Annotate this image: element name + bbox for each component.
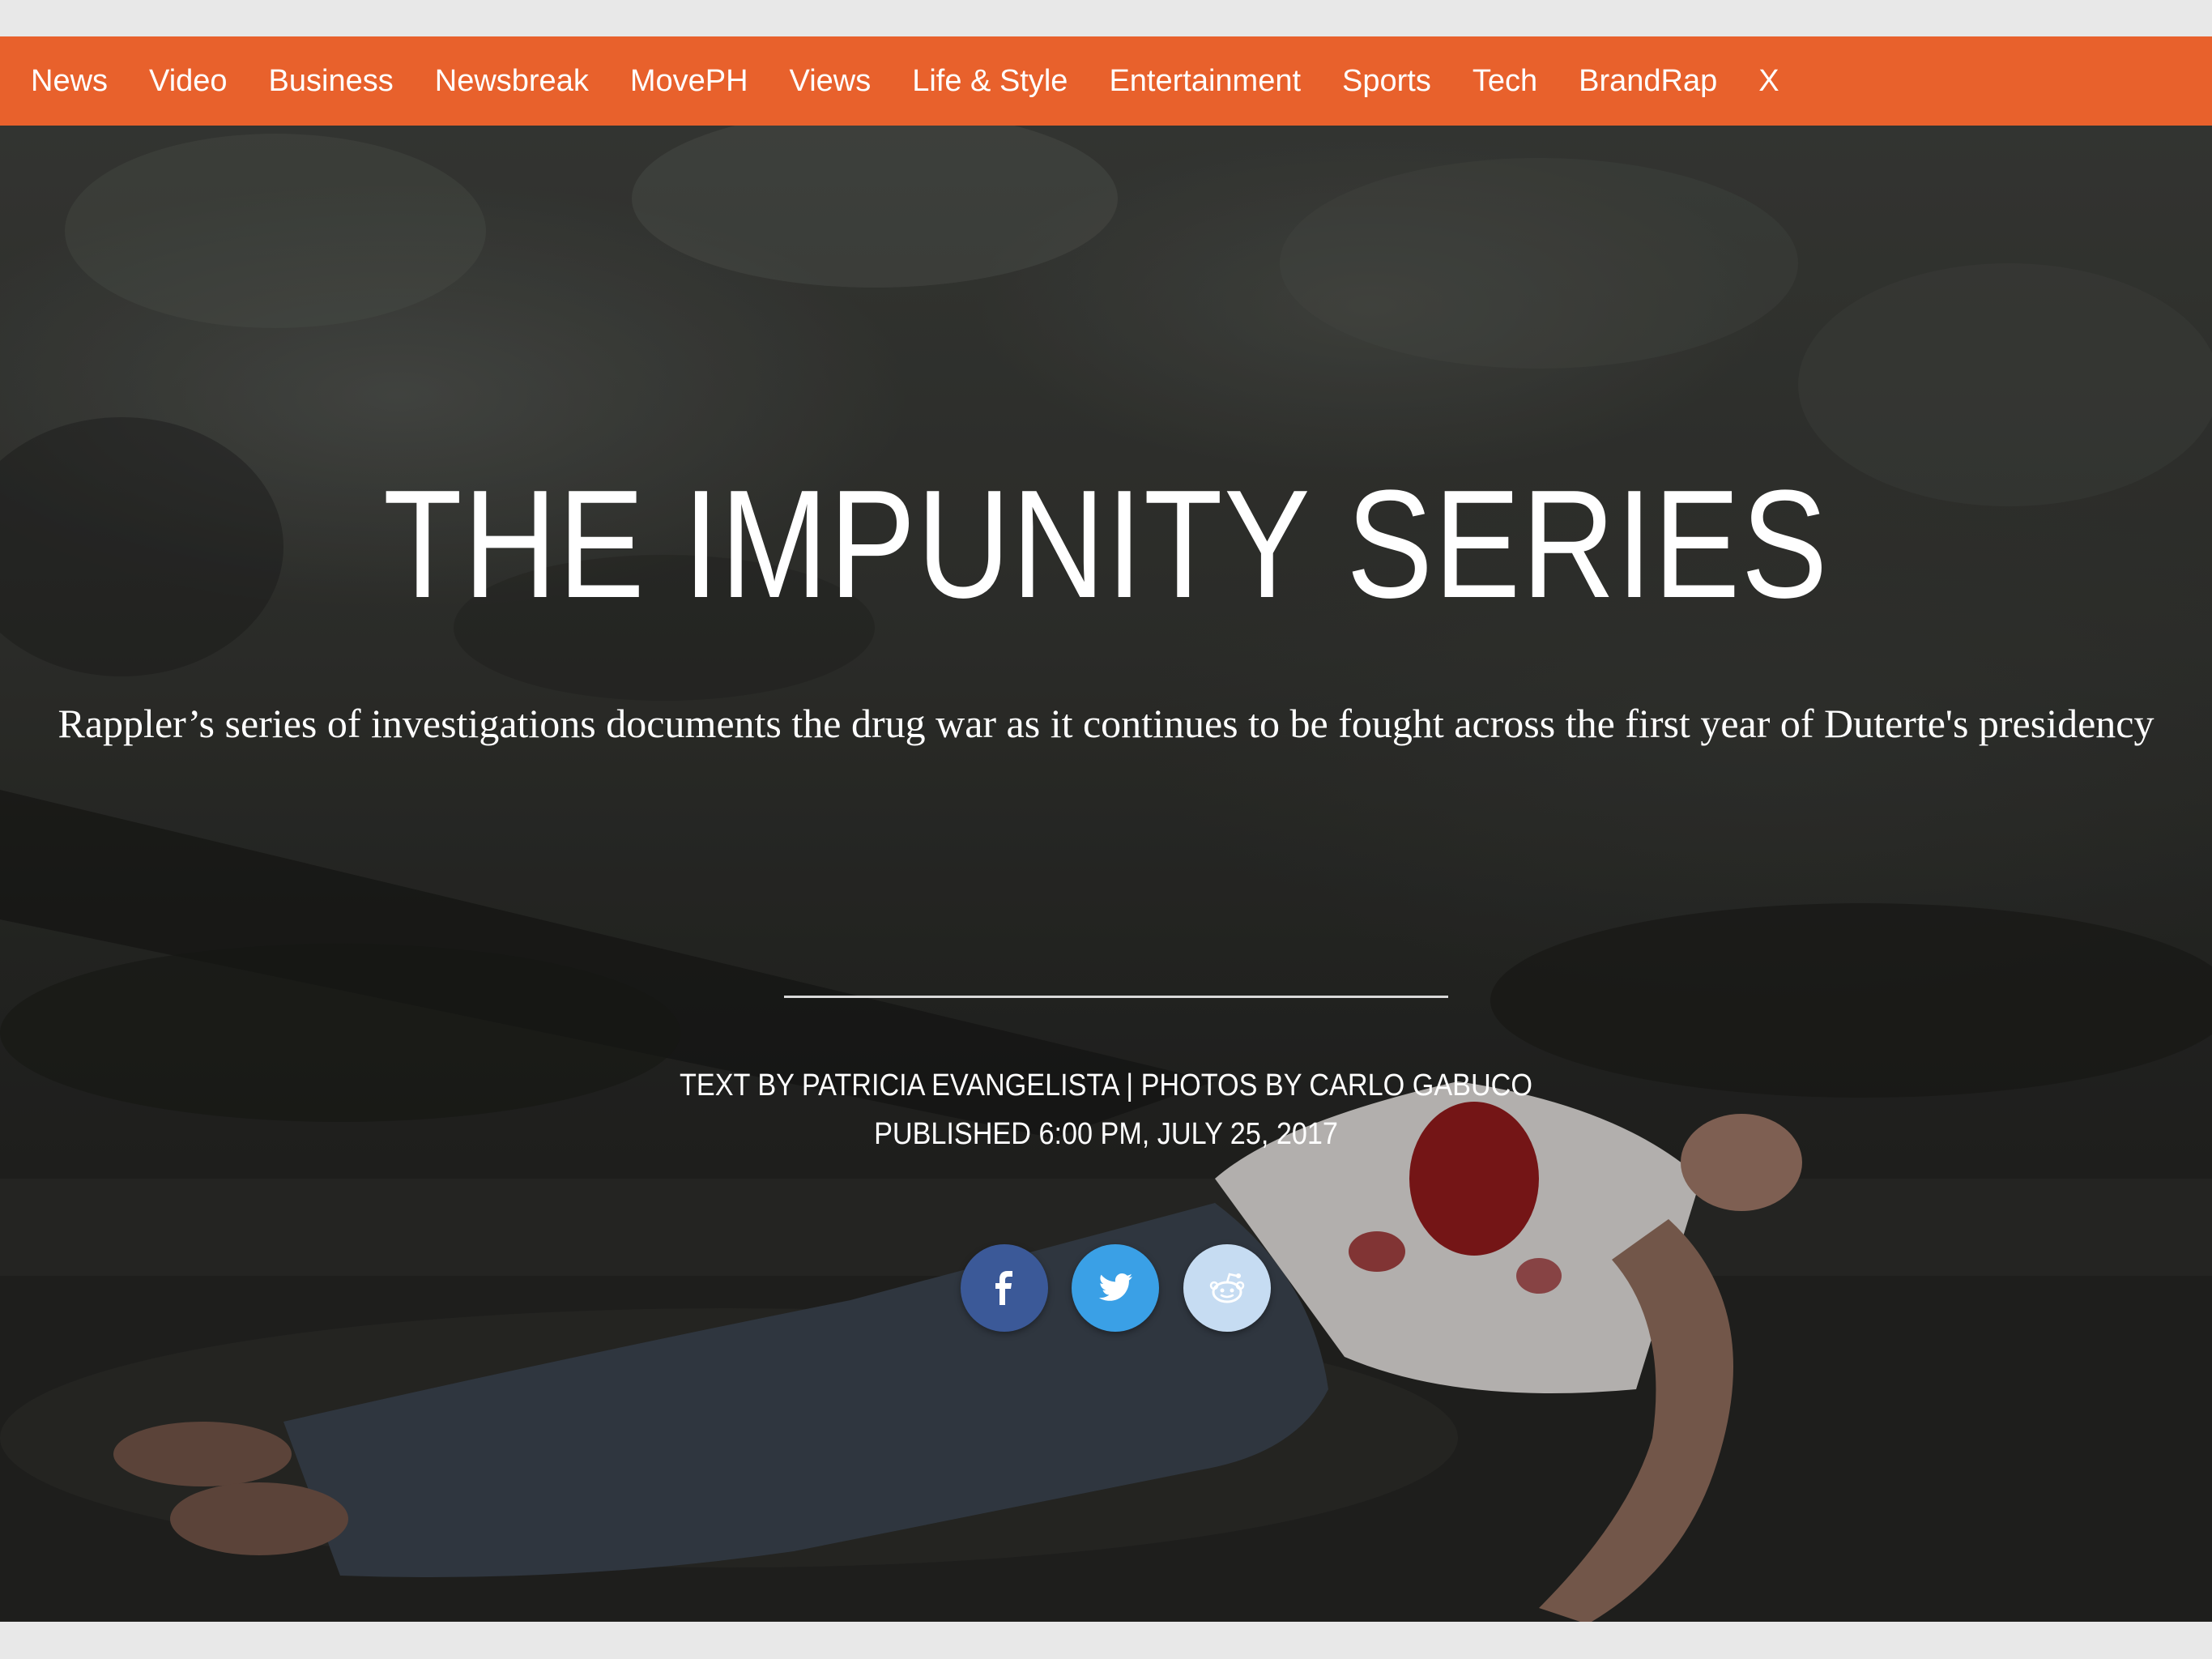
share-reddit-button[interactable] — [1183, 1244, 1271, 1332]
share-twitter-button[interactable] — [1072, 1244, 1159, 1332]
publish-date: PUBLISHED 6:00 PM, JULY 25, 2017 — [874, 1117, 1338, 1151]
top-margin — [0, 0, 2212, 36]
nav-item-business[interactable]: Business — [269, 36, 394, 126]
nav-item-entertainment[interactable]: Entertainment — [1109, 36, 1301, 126]
article-subtitle: Rappler’s series of investigations docum… — [58, 701, 2154, 746]
article-byline: TEXT BY PATRICIA EVANGELISTA | PHOTOS BY… — [680, 1068, 1532, 1102]
article-title: THE IMPUNITY SERIES — [383, 458, 1829, 630]
nav-item-video[interactable]: Video — [149, 36, 228, 126]
hero-darken-overlay — [0, 126, 2212, 1622]
bottom-margin — [0, 1622, 2212, 1659]
title-divider — [784, 996, 1448, 998]
top-navigation-bar: News Video Business Newsbreak MovePH Vie… — [0, 36, 2212, 126]
nav-item-news[interactable]: News — [31, 36, 108, 126]
nav-item-newsbreak[interactable]: Newsbreak — [435, 36, 589, 126]
share-facebook-button[interactable] — [961, 1244, 1048, 1332]
facebook-icon — [995, 1271, 1012, 1305]
nav-item-tech[interactable]: Tech — [1473, 36, 1537, 126]
twitter-icon — [1098, 1273, 1132, 1301]
reddit-icon — [1209, 1273, 1245, 1303]
nav-item-life-style[interactable]: Life & Style — [912, 36, 1068, 126]
nav-item-moveph[interactable]: MovePH — [630, 36, 748, 126]
nav-item-views[interactable]: Views — [790, 36, 872, 126]
nav-item-sports[interactable]: Sports — [1342, 36, 1431, 126]
nav-close-button[interactable]: X — [1758, 36, 1779, 126]
nav-item-brandrap[interactable]: BrandRap — [1579, 36, 1717, 126]
hero-section: THE IMPUNITY SERIES Rappler’s series of … — [0, 126, 2212, 1622]
